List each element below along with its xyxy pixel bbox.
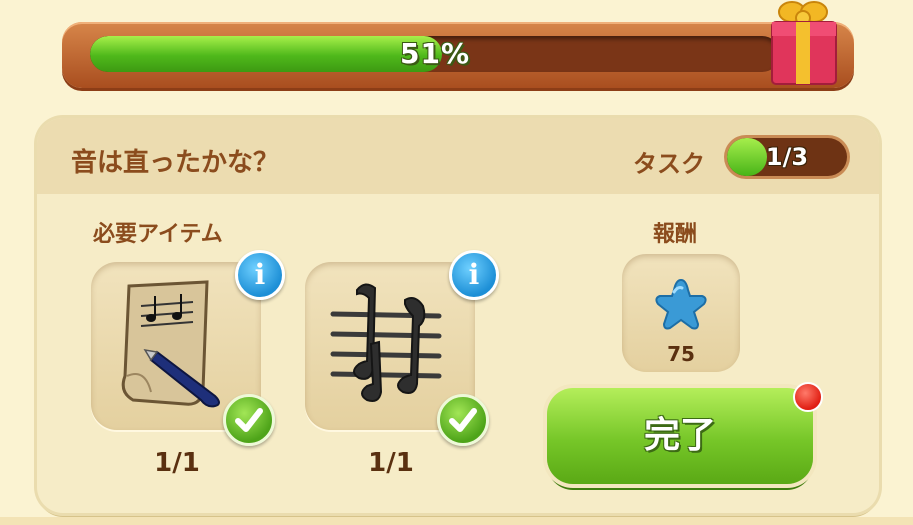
sheet-music-quill-icon [121,280,220,408]
item-count: 1/1 [154,448,200,478]
info-button[interactable]: i [235,250,285,300]
music-notes-staff-icon [330,283,442,402]
quest-panel: 音は直ったかな？ タスク 1/3 必要アイテム 報酬 i 1/1 i 1/1 7… [37,118,879,513]
event-progress-label: 51% [399,37,471,70]
task-progress-label: 1/3 [765,143,809,171]
checkmark-icon [223,394,275,446]
reward-label: 報酬 [653,222,698,247]
event-progress-frame: 51% [62,22,854,88]
task-progress-bar: 1/3 [727,138,847,176]
gift-box-icon[interactable] [768,0,840,86]
quest-title: 音は直ったかな？ [71,148,280,178]
complete-button[interactable]: 完了 [547,388,813,484]
reward-card[interactable]: 75 [622,254,740,372]
notification-dot [793,382,823,412]
quest-header: 音は直ったかな？ タスク 1/3 [37,118,879,194]
bottom-strip [0,517,913,525]
blue-star-icon [655,278,707,330]
required-items-label: 必要アイテム [93,222,223,247]
reward-quantity: 75 [667,342,695,366]
checkmark-icon [437,394,489,446]
info-button[interactable]: i [449,250,499,300]
event-progress-track: 51% [90,36,780,72]
item-count: 1/1 [368,448,414,478]
task-label: タスク [633,150,705,178]
